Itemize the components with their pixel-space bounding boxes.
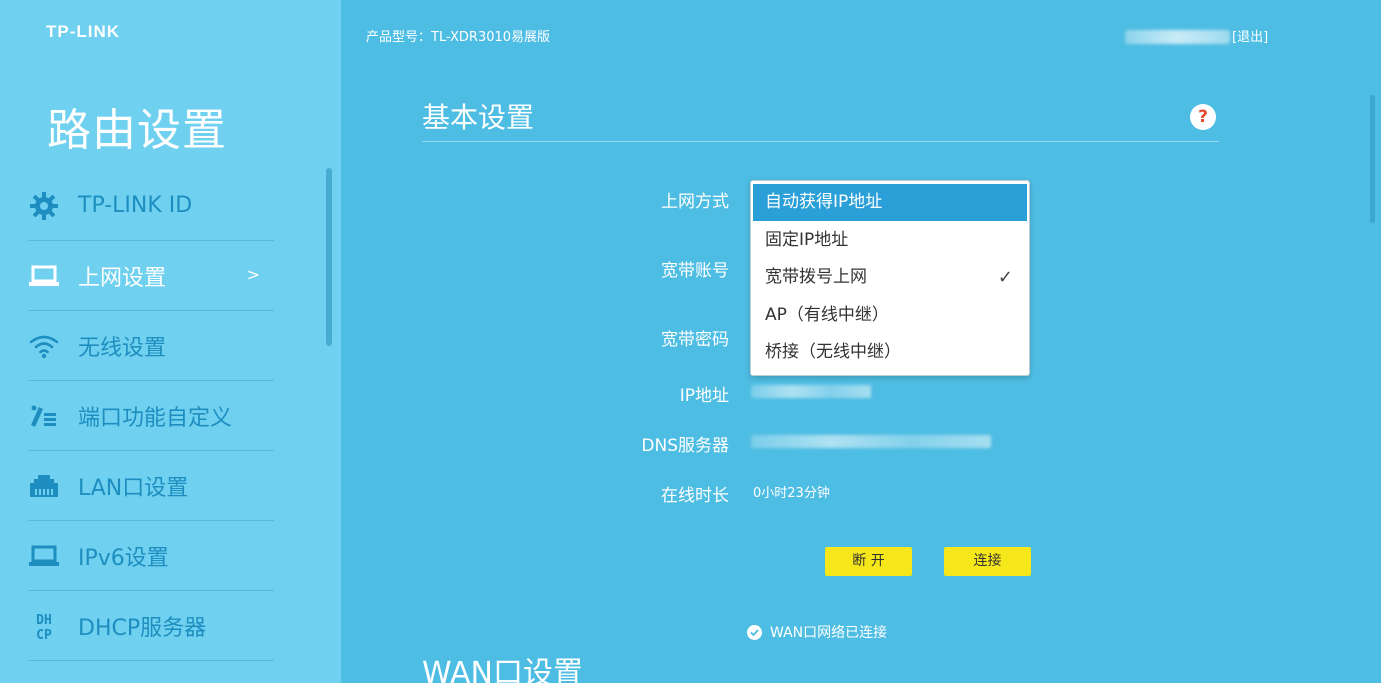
check-circle-icon [747, 624, 762, 640]
disconnect-button[interactable]: 断 开 [825, 547, 912, 576]
sidebar-scrollbar[interactable] [326, 168, 332, 346]
check-icon: ✓ [997, 267, 1013, 288]
laptop-icon [28, 540, 60, 572]
dropdown-option-dhcp[interactable]: 自动获得IP地址 [753, 184, 1027, 221]
sidebar-item-port-custom[interactable]: 端口功能自定义 [28, 381, 274, 451]
laptop-icon [28, 260, 60, 292]
sidebar-item-label: TP-LINK ID [78, 193, 193, 218]
sidebar-item-lan[interactable]: LAN口设置 [28, 451, 274, 521]
sidebar: TP-LINK 路由设置 TP-LINK ID 上网设置 > 无线设置 端口功能… [0, 0, 341, 683]
logout-link[interactable]: [退出] [1232, 26, 1268, 45]
dns-label: DNS服务器 [641, 436, 729, 456]
option-label: 固定IP地址 [765, 230, 849, 250]
sidebar-item-internet-settings[interactable]: 上网设置 > [28, 241, 274, 311]
account-label: 宽带账号 [661, 261, 729, 281]
tp-link-logo: TP-LINK [46, 22, 121, 41]
sidebar-item-label: IPv6设置 [78, 545, 169, 571]
sidebar-item-wireless[interactable]: 无线设置 [28, 311, 274, 381]
pen-list-icon [28, 400, 60, 432]
wifi-icon [28, 330, 60, 362]
sidebar-item-label: 端口功能自定义 [78, 405, 233, 431]
gear-icon [28, 190, 60, 222]
sidebar-item-tplink-id[interactable]: TP-LINK ID [28, 171, 274, 241]
dropdown-option-ap[interactable]: AP（有线中继） [753, 297, 1027, 334]
online-label: 在线时长 [661, 486, 729, 506]
chevron-right-icon: > [246, 265, 260, 284]
sidebar-item-label: DHCP服务器 [78, 615, 207, 641]
sidebar-item-label: 上网设置 [78, 265, 167, 291]
section-divider [422, 141, 1219, 142]
ip-label: IP地址 [679, 386, 729, 406]
dropdown-option-pppoe[interactable]: 宽带拨号上网 ✓ [753, 259, 1027, 296]
wan-status: WAN口网络已连接 [747, 622, 887, 642]
help-icon[interactable]: ? [1190, 104, 1216, 130]
sidebar-menu: TP-LINK ID 上网设置 > 无线设置 端口功能自定义 LAN口设置 IP… [28, 171, 274, 661]
password-label: 宽带密码 [661, 330, 729, 350]
wan-section-title: WAN口设置 [422, 656, 583, 683]
option-label: 宽带拨号上网 [765, 267, 867, 287]
online-duration: 0小时23分钟 [753, 486, 830, 501]
mode-label: 上网方式 [661, 192, 729, 212]
username-redacted [1125, 30, 1230, 44]
ip-value-redacted [751, 385, 871, 398]
dhcp-icon: DH CP [28, 610, 60, 642]
main-scrollbar[interactable] [1370, 95, 1375, 223]
sidebar-item-dhcp[interactable]: DH CP DHCP服务器 [28, 591, 274, 661]
option-label: AP（有线中继） [765, 305, 889, 325]
dropdown-option-bridge[interactable]: 桥接（无线中继） [753, 334, 1027, 371]
ethernet-port-icon [28, 470, 60, 502]
product-model: 产品型号：TL-XDR3010易展版 [366, 30, 551, 45]
sidebar-item-ipv6[interactable]: IPv6设置 [28, 521, 274, 591]
dns-value-redacted [751, 435, 991, 448]
option-label: 自动获得IP地址 [765, 192, 883, 212]
sidebar-title: 路由设置 [47, 105, 227, 156]
svg-text:DH: DH [36, 613, 52, 628]
connect-button[interactable]: 连接 [944, 547, 1031, 576]
connection-mode-dropdown[interactable]: 自动获得IP地址 固定IP地址 宽带拨号上网 ✓ AP（有线中继） 桥接（无线中继… [750, 180, 1030, 376]
option-label: 桥接（无线中继） [765, 342, 901, 362]
svg-text:CP: CP [36, 628, 52, 642]
dropdown-option-static[interactable]: 固定IP地址 [753, 222, 1027, 259]
wan-status-text: WAN口网络已连接 [770, 625, 888, 641]
sidebar-item-label: 无线设置 [78, 335, 167, 361]
section-title: 基本设置 [422, 101, 535, 134]
sidebar-item-label: LAN口设置 [78, 475, 189, 501]
